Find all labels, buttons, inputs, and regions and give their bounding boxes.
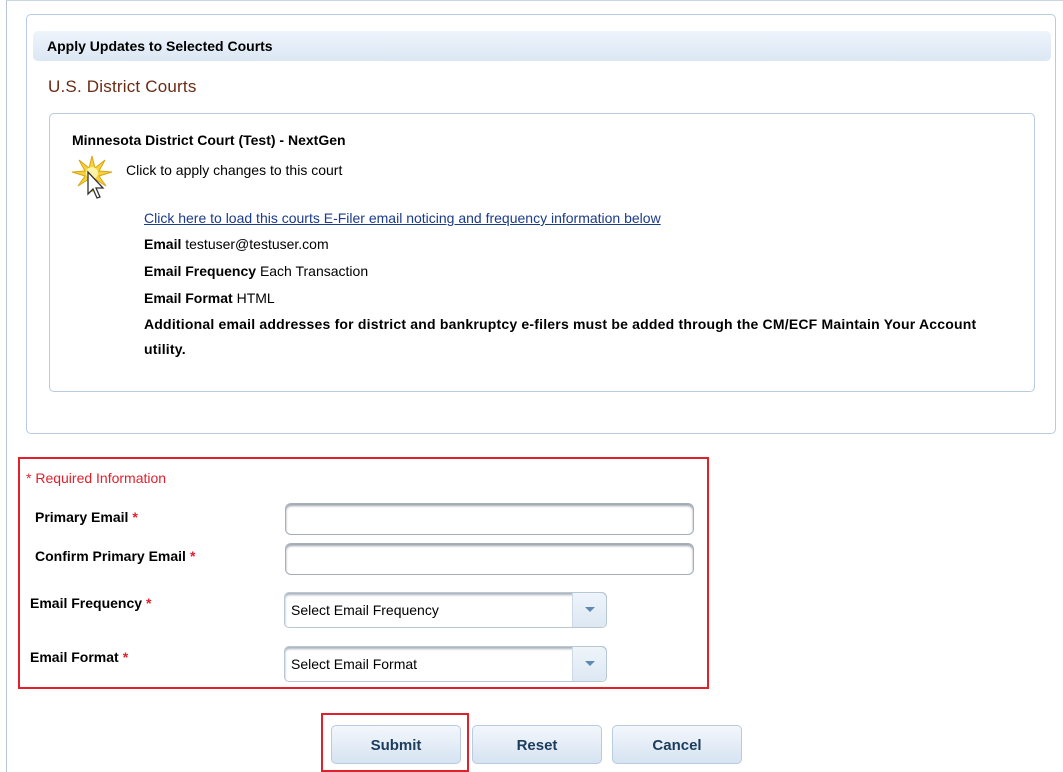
email-info: Email testuser@testuser.com <box>144 236 329 252</box>
apply-changes-text[interactable]: Click to apply changes to this court <box>126 162 342 178</box>
email-format-selected: Select Email Format <box>291 656 418 672</box>
court-name: Minnesota District Court (Test) - NextGe… <box>72 132 346 148</box>
confirm-email-label-text: Confirm Primary Email <box>35 548 186 564</box>
email-value: testuser@testuser.com <box>185 236 329 252</box>
required-star: * <box>146 595 152 611</box>
required-info-text: * Required Information <box>26 470 167 486</box>
chevron-down-icon <box>585 607 595 612</box>
cancel-button[interactable]: Cancel <box>612 725 742 764</box>
email-format-dropdown-button[interactable] <box>572 647 606 681</box>
primary-email-label: Primary Email * <box>35 509 138 525</box>
frequency-label: Email Frequency <box>144 263 257 279</box>
required-star: * <box>132 509 138 525</box>
load-court-info-link[interactable]: Click here to load this courts E-Filer e… <box>144 210 661 226</box>
additional-email-note: Additional email addresses for district … <box>144 316 977 357</box>
email-frequency-label-text: Email Frequency <box>30 595 143 611</box>
email-frequency-selected: Select Email Frequency <box>291 602 439 618</box>
email-format-label: Email Format * <box>30 649 128 665</box>
email-format-label-text: Email Format <box>30 649 119 665</box>
primary-email-input[interactable] <box>285 503 694 535</box>
email-frequency-dropdown-button[interactable] <box>572 593 606 627</box>
required-star: * <box>122 649 129 665</box>
required-star: * <box>189 548 196 564</box>
required-form-section: * Required Information Primary Email * Co… <box>18 457 709 689</box>
submit-button[interactable]: Submit <box>331 725 461 764</box>
email-frequency-select[interactable]: Select Email Frequency <box>284 592 607 628</box>
email-frequency-label: Email Frequency * <box>30 595 152 611</box>
sparkle-cursor-icon[interactable] <box>70 152 126 208</box>
courts-panel: Apply Updates to Selected Courts U.S. Di… <box>26 14 1056 434</box>
email-format-select[interactable]: Select Email Format <box>284 646 607 682</box>
section-title: U.S. District Courts <box>48 77 197 96</box>
chevron-down-icon <box>585 661 595 666</box>
format-label: Email Format <box>144 290 233 306</box>
format-value: HTML <box>236 290 275 306</box>
page-top-border <box>6 0 1063 1</box>
email-label: Email <box>144 236 182 252</box>
page-left-border <box>6 0 7 772</box>
confirm-email-label: Confirm Primary Email * <box>35 548 195 564</box>
format-info: Email Format HTML <box>144 290 275 306</box>
panel-header: Apply Updates to Selected Courts <box>33 31 1051 61</box>
primary-email-label-text: Primary Email <box>35 509 129 525</box>
reset-button[interactable]: Reset <box>472 725 602 764</box>
frequency-info: Email Frequency Each Transaction <box>144 263 368 279</box>
frequency-value: Each Transaction <box>259 263 369 279</box>
court-card: Minnesota District Court (Test) - NextGe… <box>49 113 1035 392</box>
confirm-email-input[interactable] <box>285 543 694 575</box>
